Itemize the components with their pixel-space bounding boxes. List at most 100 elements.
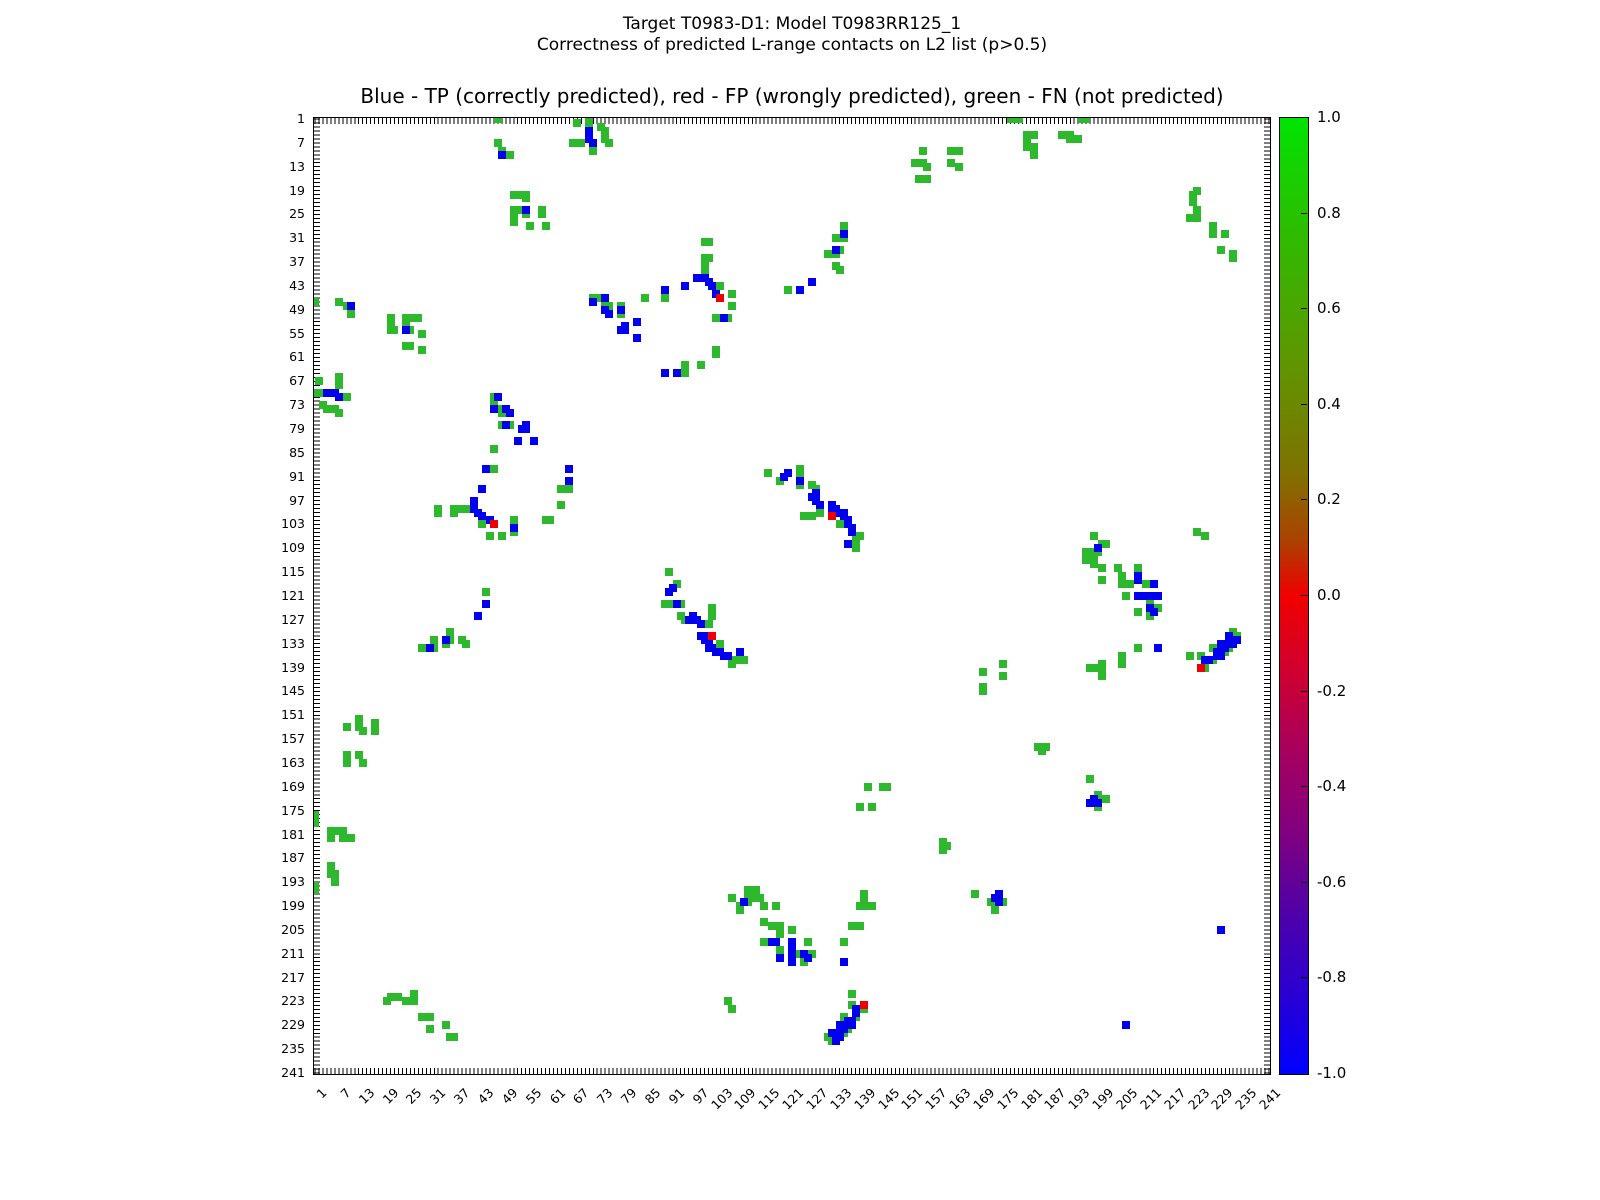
contact-map xyxy=(314,118,1270,1074)
contact-point-fn xyxy=(1113,564,1122,573)
contact-point-fn xyxy=(1221,230,1230,239)
contact-point-fn xyxy=(426,1025,435,1034)
contact-point-tp xyxy=(847,1021,856,1030)
contact-point-tp xyxy=(831,1037,840,1046)
contact-point-fn xyxy=(1117,651,1126,660)
contact-point-fn xyxy=(911,158,920,167)
contact-point-fn xyxy=(418,1013,427,1022)
contact-point-fn xyxy=(521,194,530,203)
contact-point-tp xyxy=(589,297,598,306)
contact-point-fn xyxy=(589,146,598,155)
contact-point-fn xyxy=(485,532,494,541)
contact-point-tp xyxy=(505,409,514,418)
contact-point-tp xyxy=(346,301,355,310)
y-tick-label: 241 xyxy=(281,1065,305,1080)
contact-point-fn xyxy=(831,234,840,243)
contact-point-fn xyxy=(823,250,832,259)
contact-point-fn xyxy=(557,484,566,493)
y-tick-label: 151 xyxy=(281,707,305,723)
contact-point-tp xyxy=(617,305,626,314)
contact-point-tp xyxy=(668,584,677,593)
contact-point-fn xyxy=(799,512,808,521)
contact-point-fn xyxy=(835,520,844,529)
contact-point-tp xyxy=(788,949,796,958)
colorbar-tick xyxy=(1301,881,1307,883)
y-tick-label: 217 xyxy=(281,969,305,985)
contact-point-fn xyxy=(1133,607,1142,616)
contact-point-fn xyxy=(1117,572,1126,581)
contact-point-fn xyxy=(354,751,363,759)
contact-point-fn xyxy=(700,266,709,275)
contact-point-fn xyxy=(947,158,955,167)
contact-point-fn xyxy=(1090,560,1099,569)
contact-point-tp xyxy=(322,389,331,398)
contact-point-fn xyxy=(410,997,419,1006)
contact-point-fn xyxy=(509,210,518,219)
y-tick-label: 211 xyxy=(281,945,305,961)
contact-point-tp xyxy=(708,281,717,290)
contact-point-tp xyxy=(1221,643,1230,652)
contact-point-fn xyxy=(330,870,339,879)
contact-point-fn xyxy=(390,325,399,334)
contact-point-fn xyxy=(704,619,713,628)
contact-point-fn xyxy=(1229,254,1238,263)
contact-point-fp xyxy=(827,512,836,521)
contact-point-fn xyxy=(326,834,335,843)
contact-point-fn xyxy=(1098,576,1107,585)
contact-point-tp xyxy=(601,293,610,302)
contact-point-tp xyxy=(740,898,749,907)
contact-point-fn xyxy=(354,715,363,724)
y-tick-label: 13 xyxy=(289,158,305,174)
colorbar-tick-label: -0.4 xyxy=(1317,777,1347,796)
colorbar-tick-label: 0.8 xyxy=(1317,203,1341,222)
contact-point-fn xyxy=(1201,532,1210,541)
contact-point-fn xyxy=(680,361,689,370)
contact-point-tp xyxy=(795,476,804,485)
y-tick-label: 169 xyxy=(281,778,305,794)
contact-point-fn xyxy=(462,639,471,648)
contact-point-fn xyxy=(1066,134,1075,143)
y-tick-label: 97 xyxy=(289,492,305,508)
contact-point-fn xyxy=(784,285,793,294)
contact-point-tp xyxy=(1094,544,1103,553)
contact-point-fn xyxy=(414,313,423,322)
contact-point-tp xyxy=(1133,576,1142,585)
y-tick-label: 25 xyxy=(289,206,305,222)
figure: Target T0983-D1: Model T0983RR125_1 Corr… xyxy=(0,0,1600,1200)
contact-point-fn xyxy=(1022,134,1031,143)
contact-point-tp xyxy=(1217,925,1226,934)
contact-point-fn xyxy=(1102,794,1111,803)
contact-point-fn xyxy=(1098,671,1107,680)
y-tick-label: 91 xyxy=(289,468,305,484)
contact-point-tp xyxy=(621,325,630,334)
contact-point-tp xyxy=(772,937,781,946)
contact-point-fn xyxy=(418,329,427,338)
contact-point-fn xyxy=(1022,142,1031,151)
contact-point-fn xyxy=(839,937,848,946)
contact-point-fn xyxy=(326,862,335,871)
y-tick-label: 229 xyxy=(281,1017,305,1033)
contact-point-fn xyxy=(545,516,554,525)
contact-point-tp xyxy=(477,484,486,493)
contact-point-fp xyxy=(716,293,725,302)
y-tick-label: 205 xyxy=(281,921,305,937)
contact-point-fn xyxy=(704,238,713,247)
contact-point-fn xyxy=(640,293,649,302)
contact-point-fn xyxy=(1117,580,1126,589)
contact-point-fn xyxy=(493,138,502,147)
contact-point-tp xyxy=(501,421,510,430)
contact-point-fn xyxy=(358,727,367,736)
contact-point-tp xyxy=(724,651,733,660)
contact-point-fn xyxy=(728,1005,737,1014)
contact-point-fn xyxy=(1193,206,1202,215)
contact-point-fn xyxy=(358,758,367,767)
contact-point-tp xyxy=(589,138,598,147)
contact-point-fn xyxy=(680,369,689,378)
contact-point-fn xyxy=(342,758,351,767)
contact-point-fn xyxy=(1185,651,1194,660)
contact-point-fn xyxy=(1058,130,1067,139)
contact-point-fn xyxy=(1086,774,1095,783)
colorbar-tick xyxy=(1301,786,1307,788)
contact-point-fn xyxy=(943,842,952,851)
y-tick-label: 193 xyxy=(281,874,305,890)
